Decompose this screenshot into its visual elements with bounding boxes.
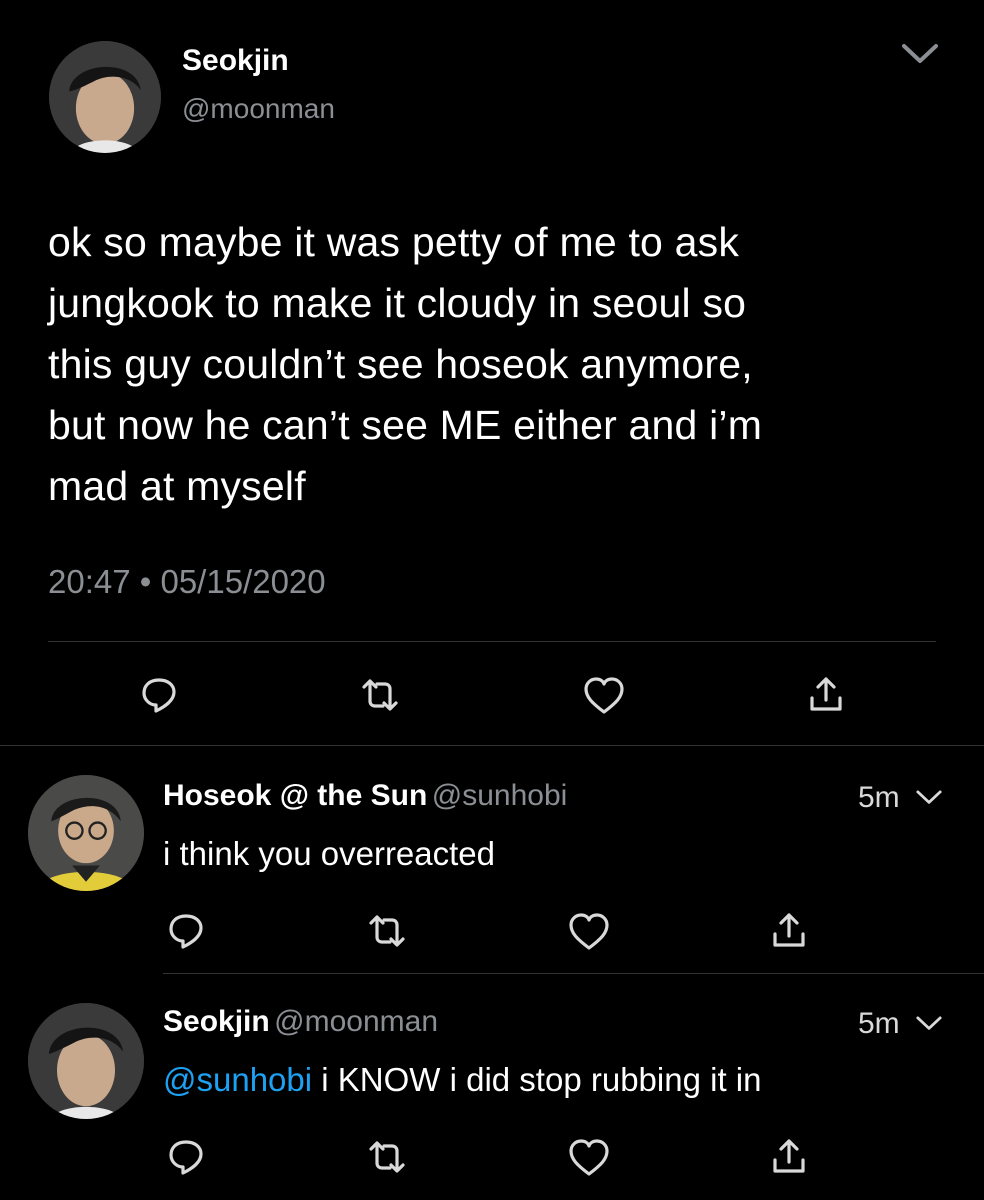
- like-icon[interactable]: [567, 1138, 611, 1178]
- tweet-line: but now he can’t see ME either and i’m: [48, 402, 763, 448]
- reply-icon[interactable]: [166, 1136, 206, 1176]
- divider: [48, 641, 936, 642]
- share-icon[interactable]: [769, 1136, 809, 1176]
- author-name[interactable]: Seokjin: [182, 44, 289, 78]
- avatar[interactable]: [28, 775, 144, 891]
- like-icon[interactable]: [567, 912, 611, 952]
- author-handle[interactable]: @moonman: [182, 93, 335, 125]
- reply-text: i think you overreacted: [163, 835, 496, 872]
- reply-icon[interactable]: [139, 674, 179, 714]
- reply-time: 5m: [858, 781, 900, 814]
- reply-header: Hoseok @ the Sun @sunhobi: [163, 779, 567, 813]
- chevron-down-icon[interactable]: [915, 789, 943, 806]
- author-name[interactable]: Seokjin: [163, 1005, 270, 1038]
- tweet-line: mad at myself: [48, 463, 306, 509]
- retweet-icon[interactable]: [365, 911, 409, 951]
- avatar[interactable]: [28, 1003, 144, 1119]
- author-name[interactable]: Hoseok @ the Sun: [163, 779, 427, 812]
- author-handle[interactable]: @moonman: [274, 1005, 438, 1038]
- reply-text-content: i KNOW i did stop rubbing it in: [312, 1061, 762, 1098]
- tweet-line: ok so maybe it was petty of me to ask: [48, 219, 740, 265]
- tweet-line: this guy couldn’t see hoseok anymore,: [48, 341, 753, 387]
- reply-header: Seokjin @moonman: [163, 1005, 438, 1039]
- share-icon[interactable]: [806, 674, 846, 714]
- share-icon[interactable]: [769, 910, 809, 950]
- reply-icon[interactable]: [166, 910, 206, 950]
- like-icon[interactable]: [582, 676, 626, 716]
- chevron-down-icon[interactable]: [900, 42, 940, 66]
- tweet-line: jungkook to make it cloudy in seoul so: [48, 280, 747, 326]
- chevron-down-icon[interactable]: [915, 1015, 943, 1032]
- timestamp[interactable]: 20:47 • 05/15/2020: [48, 563, 326, 601]
- divider: [163, 973, 984, 974]
- mention-link[interactable]: @sunhobi: [163, 1061, 312, 1098]
- reply-time: 5m: [858, 1007, 900, 1040]
- retweet-icon[interactable]: [358, 675, 402, 715]
- reply-text: @sunhobi i KNOW i did stop rubbing it in: [163, 1061, 761, 1099]
- author-handle[interactable]: @sunhobi: [432, 779, 568, 812]
- avatar[interactable]: [49, 41, 161, 153]
- tweet-text: ok so maybe it was petty of me to ask ju…: [48, 212, 948, 517]
- retweet-icon[interactable]: [365, 1137, 409, 1177]
- divider: [0, 745, 984, 746]
